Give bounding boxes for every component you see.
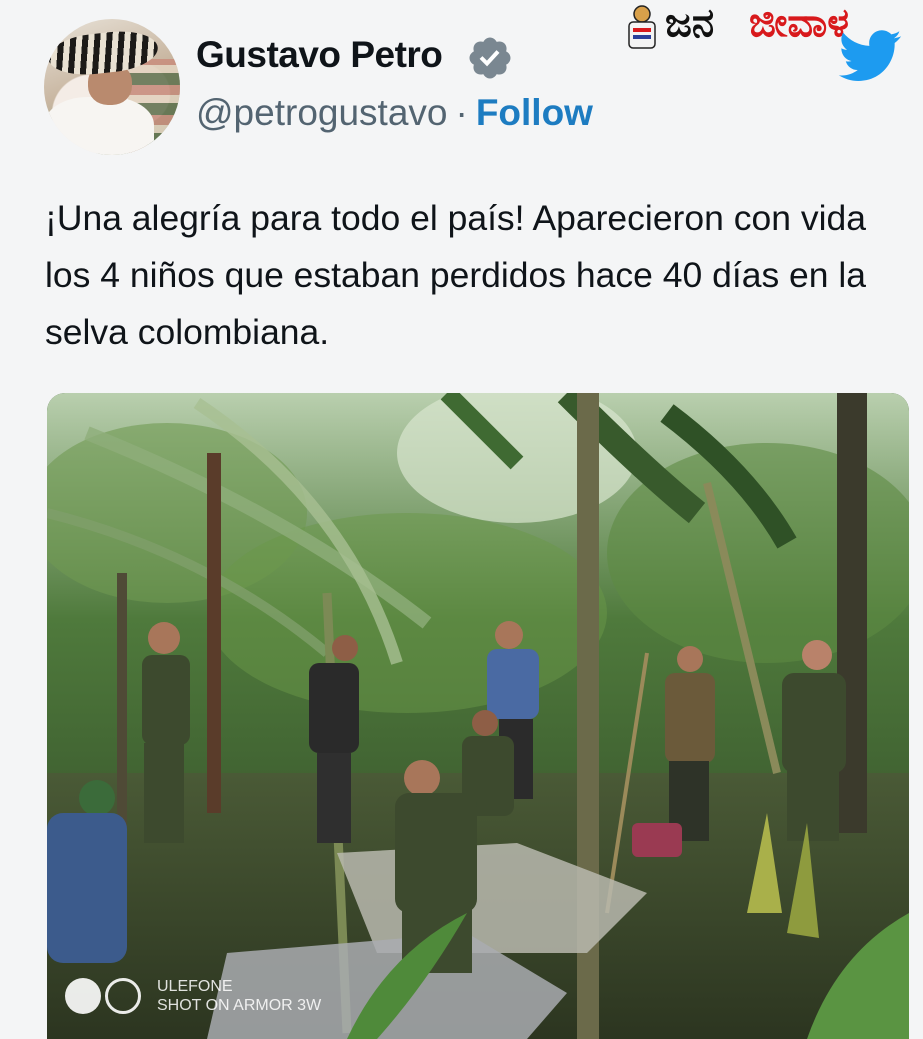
watermark-logo-icon: [628, 5, 656, 49]
tweet-card: Gustavo Petro @petrogustavo · Follow ಜನ ಜೀ…: [0, 0, 923, 1039]
camera-brand: ULEFONE: [157, 978, 233, 995]
camera-watermark: ULEFONE SHOT ON ARMOR 3W: [65, 977, 321, 1015]
camera-caption: SHOT ON ARMOR 3W: [157, 997, 322, 1014]
jungle-scene: [47, 393, 909, 1039]
camera-logo-filled-icon: [65, 978, 101, 1014]
tweet-photo[interactable]: ULEFONE SHOT ON ARMOR 3W: [47, 393, 909, 1039]
watermark-text-red: ಜೀವಾಳ: [749, 0, 849, 46]
camera-text: ULEFONE SHOT ON ARMOR 3W: [157, 977, 321, 1015]
avatar[interactable]: [44, 19, 180, 155]
handle-row: @petrogustavo · Follow: [196, 92, 593, 134]
watermark-text-black: ಜನ: [665, 0, 715, 46]
tweet-text: ¡Una alegría para todo el país! Aparecie…: [45, 198, 867, 352]
twitter-bird-icon: [838, 30, 902, 81]
verified-badge-icon: [469, 37, 511, 79]
separator-dot: ·: [455, 92, 468, 133]
author-name[interactable]: Gustavo Petro: [196, 34, 443, 76]
follow-button[interactable]: Follow: [476, 92, 593, 133]
camera-logo-ring-icon: [105, 978, 141, 1014]
author-handle[interactable]: @petrogustavo: [196, 92, 447, 133]
